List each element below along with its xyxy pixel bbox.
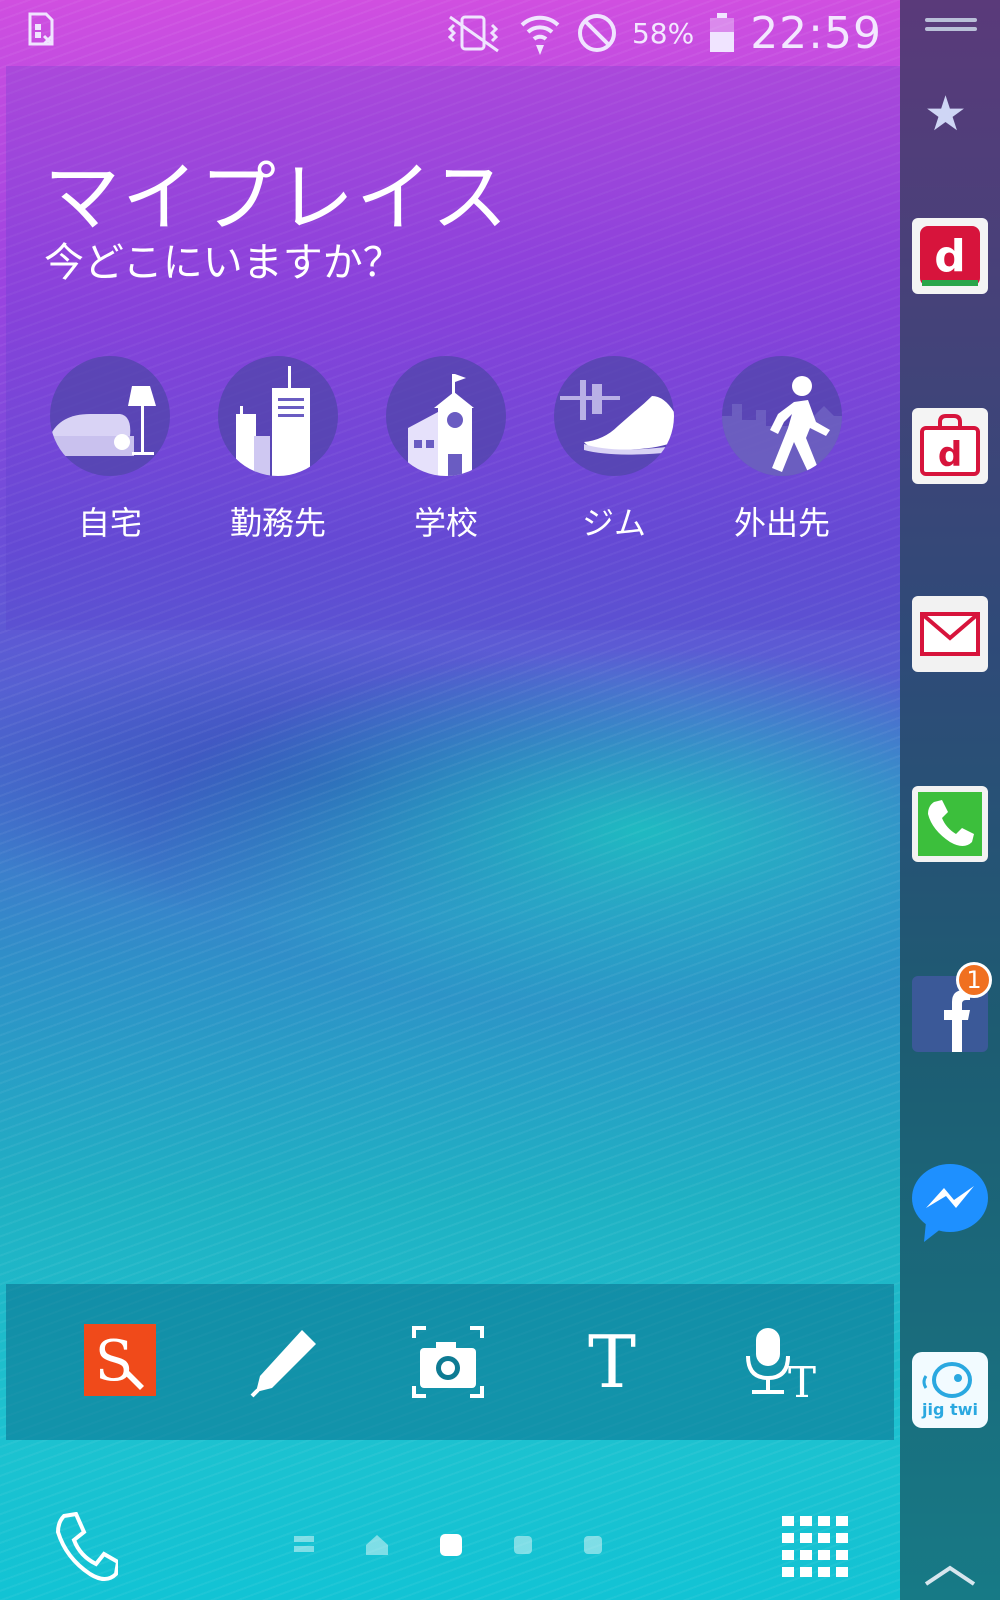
apps-grid-icon[interactable] — [782, 1516, 848, 1578]
place-gym[interactable]: ジム — [554, 356, 674, 544]
mail-icon[interactable] — [912, 596, 988, 672]
page-dot-active[interactable] — [440, 1534, 462, 1556]
place-label-home: 自宅 — [77, 504, 142, 542]
widget-subtitle: 今どこにいますか？ — [44, 240, 403, 286]
clock: 22:59 — [750, 7, 882, 59]
walking-person-icon — [722, 356, 842, 476]
sneaker-icon — [554, 356, 674, 476]
place-home[interactable]: 自宅 — [50, 356, 170, 544]
d-market-icon[interactable]: d — [912, 408, 988, 484]
vibrate-icon — [447, 15, 499, 53]
battery-icon — [710, 13, 735, 52]
home-page-icon[interactable] — [366, 1535, 388, 1555]
sim-absent-icon — [28, 12, 54, 46]
status-bar: 58% 22:59 — [0, 0, 900, 66]
places-row: 自宅 勤務先 学校 ジム 外出先 — [50, 356, 842, 544]
place-outside[interactable]: 外出先 — [722, 356, 842, 544]
svg-text:d: d — [938, 435, 962, 475]
place-label-work: 勤務先 — [229, 504, 326, 542]
svg-text:S: S — [95, 1329, 133, 1394]
school-icon — [386, 356, 506, 476]
my-place-widget: マイプレイス 今どこにいますか？ 自宅 勤務先 学校 ジム 外出先 — [6, 66, 900, 630]
svg-text:d: d — [934, 231, 966, 282]
voice-text-icon[interactable]: T — [742, 1324, 832, 1407]
page-dot[interactable] — [514, 1536, 532, 1554]
edge-panel: ★ d d 1 jig twi — [900, 0, 1000, 1600]
menu-page-icon[interactable] — [294, 1536, 314, 1554]
phone-app-icon[interactable] — [912, 786, 988, 862]
chevron-up-icon[interactable] — [922, 1562, 978, 1588]
office-building-icon — [218, 356, 338, 476]
jigtwi-icon[interactable]: jig twi — [912, 1352, 988, 1428]
battery-percent: 58% — [631, 16, 695, 50]
edge-handle-icon[interactable] — [925, 16, 977, 34]
docomo-d-icon[interactable]: d — [912, 218, 988, 294]
s-note-icon[interactable]: S — [84, 1324, 160, 1400]
place-label-school: 学校 — [413, 504, 478, 542]
place-work[interactable]: 勤務先 — [218, 356, 338, 544]
place-label-outside: 外出先 — [733, 504, 830, 542]
notification-badge: 1 — [956, 962, 992, 998]
place-label-gym: ジム — [581, 504, 646, 542]
page-indicator — [294, 1534, 602, 1556]
favorite-star-icon[interactable]: ★ — [924, 86, 967, 142]
pen-icon[interactable] — [246, 1324, 322, 1400]
messenger-icon[interactable] — [912, 1162, 988, 1246]
home-sofa-icon — [50, 356, 170, 476]
camera-capture-icon[interactable] — [410, 1324, 486, 1400]
text-icon[interactable]: T — [574, 1324, 650, 1400]
block-icon — [577, 14, 616, 52]
wifi-icon — [520, 15, 560, 55]
phone-icon[interactable] — [54, 1512, 118, 1582]
page-dot[interactable] — [584, 1536, 602, 1554]
pen-shortcut-dock: S T T — [6, 1284, 894, 1440]
facebook-icon[interactable]: 1 — [912, 962, 992, 1052]
place-school[interactable]: 学校 — [386, 356, 506, 544]
